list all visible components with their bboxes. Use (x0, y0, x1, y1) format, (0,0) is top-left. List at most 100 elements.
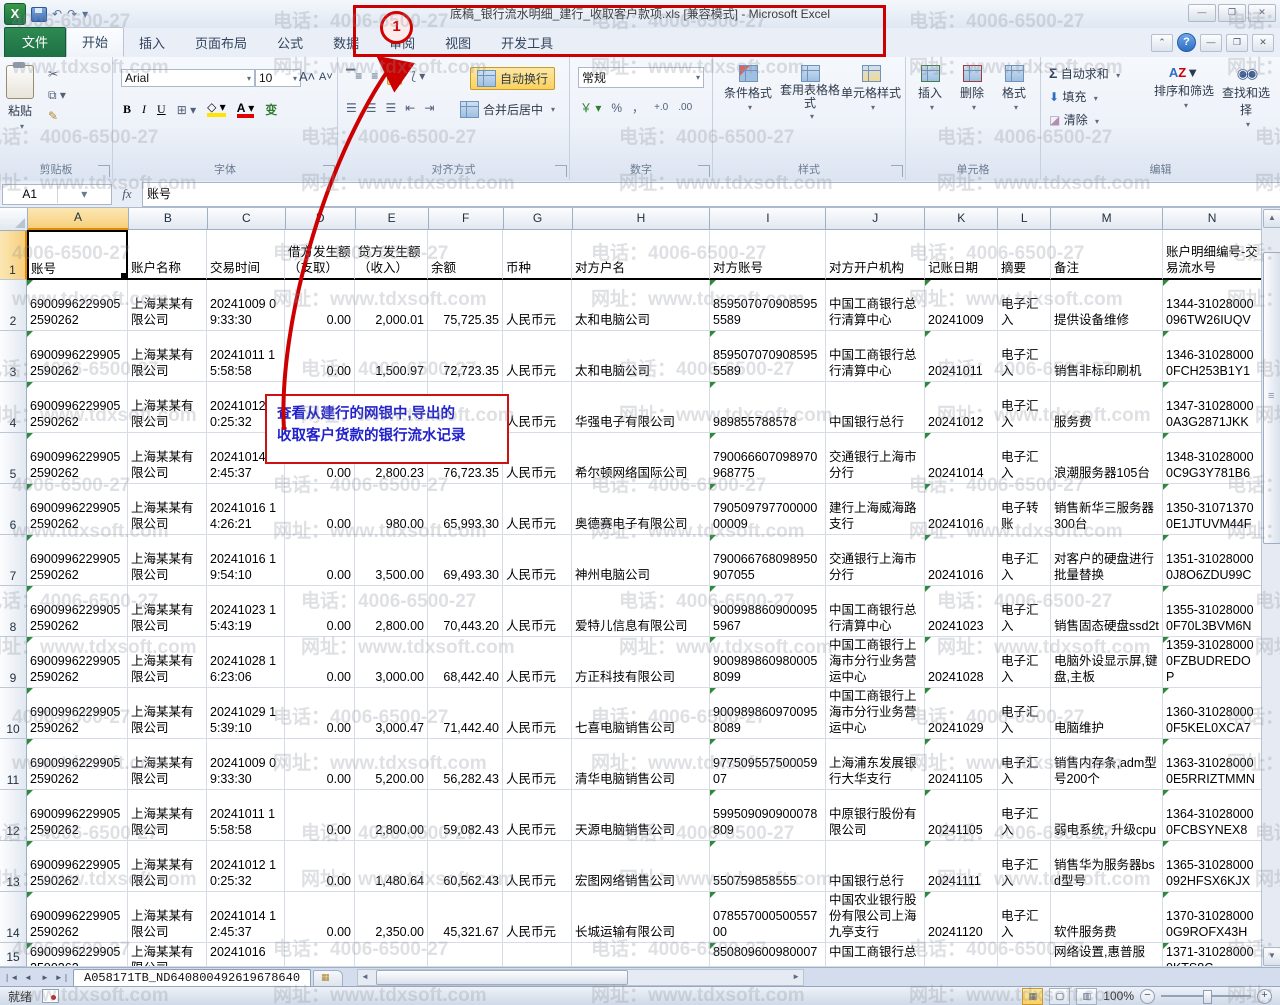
cell-B1[interactable]: 账户名称 (128, 230, 207, 280)
cell-I15[interactable]: 850809600980007 (710, 943, 826, 967)
cell-L3[interactable]: 电子汇入 (998, 331, 1051, 382)
cell-J13[interactable]: 中国银行总行 (826, 841, 925, 892)
cell-L6[interactable]: 电子转账 (998, 484, 1051, 535)
zoom-slider[interactable] (1161, 995, 1251, 997)
cell-C6[interactable]: 20241016 14:26:21 (207, 484, 285, 535)
cell-E15[interactable] (355, 943, 428, 967)
increase-decimal-icon[interactable]: +.0 (654, 102, 668, 113)
cell-L10[interactable]: 电子汇入 (998, 688, 1051, 739)
cell-H11[interactable]: 清华电脑销售公司 (572, 739, 710, 790)
cell-C15[interactable]: 20241016 (207, 943, 285, 967)
help-icon[interactable]: ? (1177, 33, 1196, 52)
format-painter-icon[interactable]: ✎ (48, 109, 66, 123)
prev-sheet-icon[interactable]: ◄ (20, 970, 36, 985)
cell-F13[interactable]: 60,562.43 (428, 841, 503, 892)
normal-view-icon[interactable]: ▦ (1022, 988, 1043, 1005)
cell-B2[interactable]: 上海某某有限公司 (128, 280, 207, 331)
cell-J3[interactable]: 中国工商银行总行清算中心 (826, 331, 925, 382)
cell-I3[interactable]: 8595070709085955589 (710, 331, 826, 382)
column-header-N[interactable]: N (1163, 208, 1262, 230)
column-header-L[interactable]: L (998, 208, 1051, 230)
cell-L15[interactable] (998, 943, 1051, 967)
horizontal-scroll-thumb[interactable] (376, 970, 628, 985)
row-header-8[interactable]: 8 (0, 586, 27, 637)
cell-H14[interactable]: 长城运输有限公司 (572, 892, 710, 943)
font-dialog-launcher[interactable] (323, 165, 335, 177)
sort-filter-button[interactable]: AZ▼ 排序和筛选▾ (1153, 57, 1215, 110)
cell-L9[interactable]: 电子汇入 (998, 637, 1051, 688)
ribbon-tab-文件[interactable]: 文件 (4, 27, 66, 57)
vertical-scroll-thumb[interactable] (1263, 252, 1280, 544)
cell-I9[interactable]: 9009898609800058099 (710, 637, 826, 688)
cell-styles-button[interactable]: 单元格样式▾ (841, 57, 901, 112)
ribbon-tab-开始[interactable]: 开始 (66, 27, 124, 57)
cell-N15[interactable]: 1371-310280000KTS8C (1163, 943, 1262, 967)
cell-L8[interactable]: 电子汇入 (998, 586, 1051, 637)
align-middle-icon[interactable]: ≡ (371, 69, 378, 85)
cell-A12[interactable]: 69009962299052590262 (27, 790, 128, 841)
column-header-F[interactable]: F (429, 208, 504, 230)
insert-cells-button[interactable]: 插入▾ (910, 57, 950, 112)
cell-F15[interactable] (428, 943, 503, 967)
cell-N2[interactable]: 1344-31028000096TW26IUQV (1163, 280, 1262, 331)
styles-dialog-launcher[interactable] (891, 165, 903, 177)
cell-I12[interactable]: 599509090900078809 (710, 790, 826, 841)
clipboard-dialog-launcher[interactable] (98, 165, 110, 177)
cell-F12[interactable]: 59,082.43 (428, 790, 503, 841)
cell-F11[interactable]: 56,282.43 (428, 739, 503, 790)
scroll-down-icon[interactable]: ▼ (1263, 947, 1280, 966)
percent-icon[interactable]: % (611, 101, 622, 115)
cell-B11[interactable]: 上海某某有限公司 (128, 739, 207, 790)
cell-C3[interactable]: 20241011 15:58:58 (207, 331, 285, 382)
font-name-select[interactable]: Arial▾ (121, 69, 255, 87)
column-header-H[interactable]: H (573, 208, 711, 230)
clear-button[interactable]: ◪ 清除 ▾ (1049, 111, 1120, 128)
cell-K15[interactable] (925, 943, 998, 967)
cell-E6[interactable]: 980.00 (355, 484, 428, 535)
cell-A1[interactable]: 账号 (27, 230, 128, 280)
cell-N7[interactable]: 1351-310280000J8O6ZDU99C (1163, 535, 1262, 586)
cell-J6[interactable]: 建行上海威海路支行 (826, 484, 925, 535)
cell-H12[interactable]: 天源电脑销售公司 (572, 790, 710, 841)
cut-icon[interactable]: ✂ (48, 67, 66, 81)
autosum-button[interactable]: Σ 自动求和 ▾ (1049, 65, 1120, 82)
cell-H2[interactable]: 太和电脑公司 (572, 280, 710, 331)
ribbon-tab-页面布局[interactable]: 页面布局 (180, 29, 262, 57)
cell-K9[interactable]: 20241028 (925, 637, 998, 688)
cell-I14[interactable]: 07855700050055700 (710, 892, 826, 943)
next-sheet-icon[interactable]: ► (37, 970, 53, 985)
name-box[interactable]: A1 ▾ (2, 184, 112, 205)
cell-D3[interactable]: 0.00 (285, 331, 355, 382)
cell-G3[interactable]: 人民币元 (503, 331, 572, 382)
cell-K5[interactable]: 20241014 (925, 433, 998, 484)
cell-H9[interactable]: 方正科技有限公司 (572, 637, 710, 688)
cell-K7[interactable]: 20241016 (925, 535, 998, 586)
cell-A7[interactable]: 69009962299052590262 (27, 535, 128, 586)
cell-F14[interactable]: 45,321.67 (428, 892, 503, 943)
cell-M6[interactable]: 销售新华三服务器300台 (1051, 484, 1163, 535)
zoom-slider-thumb[interactable] (1203, 990, 1212, 1004)
row-header-5[interactable]: 5 (0, 433, 27, 484)
cell-A2[interactable]: 69009962299052590262 (27, 280, 128, 331)
row-header-7[interactable]: 7 (0, 535, 27, 586)
insert-function-icon[interactable]: fx (112, 186, 142, 202)
cell-C10[interactable]: 20241029 15:39:10 (207, 688, 285, 739)
cell-N3[interactable]: 1346-310280000FCH253B1Y1 (1163, 331, 1262, 382)
cell-B6[interactable]: 上海某某有限公司 (128, 484, 207, 535)
workbook-close-button[interactable]: ✕ (1252, 34, 1274, 52)
cell-D10[interactable]: 0.00 (285, 688, 355, 739)
row-header-3[interactable]: 3 (0, 331, 27, 382)
cell-A11[interactable]: 69009962299052590262 (27, 739, 128, 790)
wrap-text-toggle[interactable]: 自动换行 (470, 67, 555, 90)
cell-G2[interactable]: 人民币元 (503, 280, 572, 331)
macro-record-icon[interactable] (42, 989, 59, 1003)
formula-input[interactable]: 账号 (142, 182, 1280, 207)
align-bottom-icon[interactable]: ≡ (387, 69, 402, 85)
cell-G7[interactable]: 人民币元 (503, 535, 572, 586)
cell-E8[interactable]: 2,800.00 (355, 586, 428, 637)
cell-M13[interactable]: 销售华为服务器bsd型号 (1051, 841, 1163, 892)
cell-E7[interactable]: 3,500.00 (355, 535, 428, 586)
cell-H3[interactable]: 太和电脑公司 (572, 331, 710, 382)
cell-G15[interactable] (503, 943, 572, 967)
font-size-select[interactable]: 10▾ (255, 69, 301, 87)
